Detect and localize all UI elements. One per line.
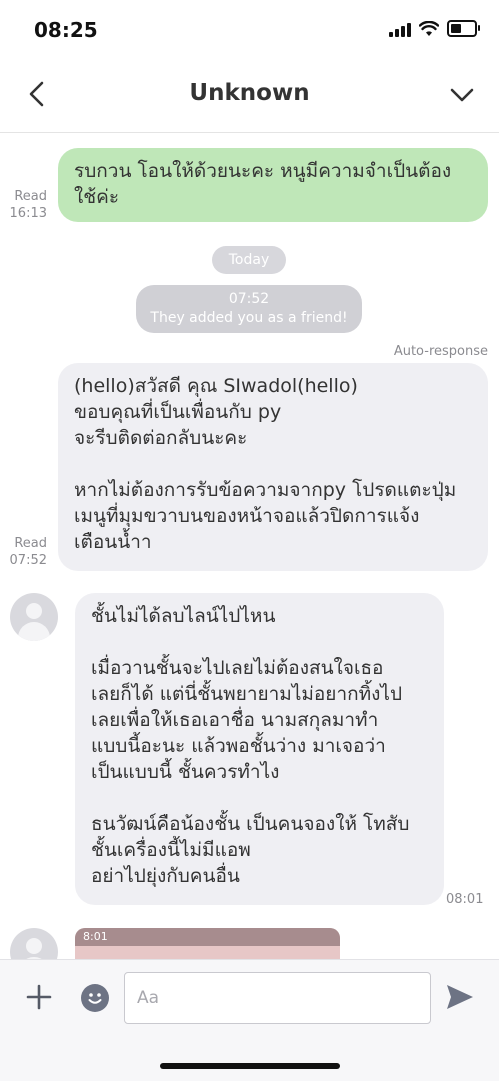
chat-title: Unknown [189, 80, 310, 106]
status-bar: 08:25 [0, 0, 499, 60]
plus-icon[interactable] [24, 982, 54, 1012]
auto-response-label: Auto-response [393, 344, 488, 359]
system-notice: 07:52 They added you as a friend! [136, 285, 362, 333]
chat-header: Unknown [0, 60, 499, 133]
image-message-preview[interactable]: 8:01 [75, 928, 340, 959]
message-read-status: Read 07:52 [9, 536, 47, 568]
battery-icon [447, 20, 480, 37]
system-notice-time: 07:52 [228, 291, 270, 307]
outgoing-message[interactable]: รบกวน โอนให้ด้วยนะคะ หนูมีความจำเป็นต้อง… [58, 148, 488, 222]
home-indicator [160, 1063, 340, 1069]
incoming-message[interactable]: ชั้นไม่ได้ลบไลน์ไปไหน เมื่อวานชั้นจะไปเล… [75, 593, 444, 905]
wifi-icon [419, 20, 439, 36]
emoji-icon[interactable] [81, 984, 109, 1012]
chat-messages[interactable]: Read 16:13 รบกวน โอนให้ด้วยนะคะ หนูมีควา… [0, 133, 499, 959]
message-input[interactable] [124, 972, 431, 1024]
system-notice-text: They added you as a friend! [150, 310, 348, 326]
cellular-signal-icon [389, 21, 411, 37]
status-time: 08:25 [34, 18, 98, 42]
message-time: 08:01 [446, 892, 484, 907]
chevron-down-icon[interactable] [447, 80, 477, 110]
avatar[interactable] [10, 928, 58, 959]
status-icons [389, 20, 480, 37]
send-icon[interactable] [444, 982, 476, 1012]
date-separator: Today [212, 246, 286, 274]
auto-response-message[interactable]: (hello)สวัสดี คุณ SIwadol(hello) ขอบคุณท… [58, 363, 488, 571]
image-preview-status-time: 8:01 [75, 928, 340, 946]
avatar[interactable] [10, 593, 58, 641]
message-read-status: Read 16:13 [9, 189, 47, 221]
